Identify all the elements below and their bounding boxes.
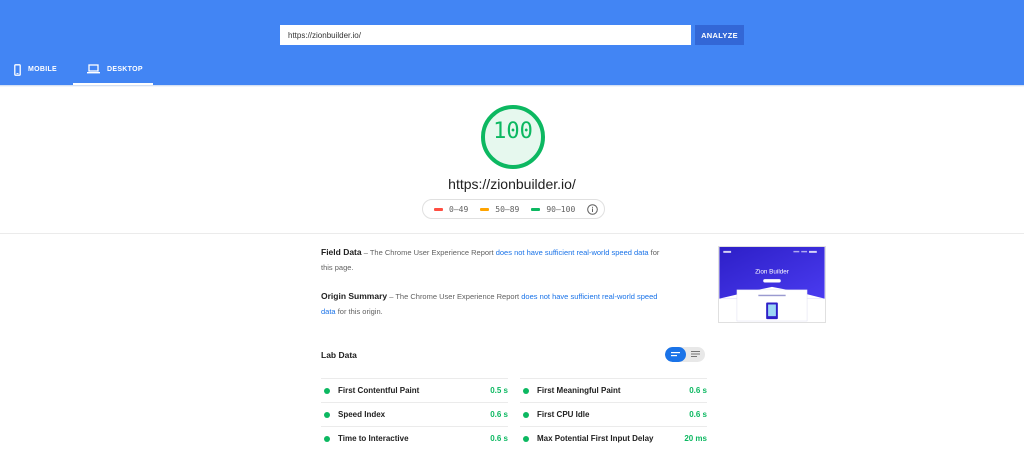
metric-value: 0.6 s	[490, 434, 508, 443]
legend-average-marker	[480, 207, 490, 211]
legend-average-label: 50–89	[495, 204, 520, 214]
lab-data-title: Lab Data	[321, 350, 357, 360]
metric-label: Speed Index	[338, 410, 386, 419]
metric-value: 0.6 s	[490, 410, 508, 419]
tab-mobile-label: MOBILE	[28, 66, 58, 73]
header-bar: ANALYZE MOBILE DESKTOP	[0, 0, 1024, 85]
page-screenshot-thumbnail: Zion Builder	[718, 246, 826, 323]
metric-value: 0.6 s	[689, 410, 707, 419]
header-shadow	[0, 85, 1024, 87]
section-divider	[0, 233, 1024, 234]
tab-desktop-label: DESKTOP	[107, 66, 143, 73]
metric-value: 0.5 s	[490, 386, 508, 395]
metric-first-contentful-paint: First Contentful Paint 0.5 s	[321, 378, 508, 402]
metric-speed-index: Speed Index 0.6 s	[321, 402, 508, 426]
tab-mobile[interactable]: MOBILE	[14, 60, 57, 85]
metric-label: First Meaningful Paint	[537, 386, 621, 395]
origin-summary-text-end: for this origin.	[335, 307, 383, 316]
tab-desktop[interactable]: DESKTOP	[73, 60, 153, 85]
tested-url: https://zionbuilder.io/	[448, 176, 576, 192]
metric-label: Max Potential First Input Delay	[537, 434, 654, 443]
score-legend: 0–49 50–89 90–100	[422, 199, 605, 219]
laptop-icon	[87, 64, 100, 74]
smartphone-icon	[14, 64, 21, 76]
metric-label: First Contentful Paint	[338, 386, 420, 395]
pass-indicator	[324, 411, 330, 418]
metric-first-cpu-idle: First CPU Idle 0.6 s	[520, 402, 707, 426]
pass-indicator	[324, 387, 330, 394]
pass-indicator	[523, 411, 529, 418]
metric-label: First CPU Idle	[537, 410, 590, 419]
metric-max-potential-fid: Max Potential First Input Delay 20 ms	[520, 426, 707, 450]
metric-label: Time to Interactive	[338, 434, 409, 443]
field-data-text: – The Chrome User Experience Report	[361, 248, 496, 257]
metric-value: 0.6 s	[689, 386, 707, 395]
toggle-summary-view[interactable]	[665, 347, 686, 362]
metric-time-to-interactive: Time to Interactive 0.6 s	[321, 426, 508, 450]
info-icon[interactable]	[587, 204, 598, 215]
thumbnail-title: Zion Builder	[755, 268, 789, 275]
pass-indicator	[324, 435, 330, 442]
pass-indicator	[523, 435, 529, 442]
url-input[interactable]	[280, 25, 691, 45]
performance-score: 100	[493, 119, 533, 144]
metric-value: 20 ms	[684, 434, 707, 443]
field-data-link[interactable]: does not have sufficient real-world spee…	[496, 248, 649, 257]
origin-summary-section: Origin Summary – The Chrome User Experie…	[321, 289, 673, 319]
list-view-icon[interactable]	[686, 347, 705, 362]
metric-first-meaningful-paint: First Meaningful Paint 0.6 s	[520, 378, 707, 402]
field-data-heading: Field Data	[321, 247, 362, 257]
legend-pass-label: 90–100	[546, 204, 576, 214]
legend-item-pass: 90–100	[531, 205, 575, 214]
origin-summary-text: – The Chrome User Experience Report	[387, 292, 522, 301]
analyze-button[interactable]: ANALYZE	[695, 25, 744, 45]
legend-fail-marker	[434, 207, 443, 211]
legend-fail-label: 0–49	[449, 204, 469, 214]
legend-item-average: 50–89	[480, 205, 519, 214]
summary-view-icon	[671, 352, 680, 357]
origin-summary-heading: Origin Summary	[321, 291, 388, 301]
pass-indicator	[523, 387, 529, 394]
field-data-section: Field Data – The Chrome User Experience …	[321, 245, 673, 275]
legend-pass-marker	[531, 207, 541, 211]
legend-item-fail: 0–49	[434, 205, 468, 214]
view-toggle[interactable]	[665, 347, 705, 362]
